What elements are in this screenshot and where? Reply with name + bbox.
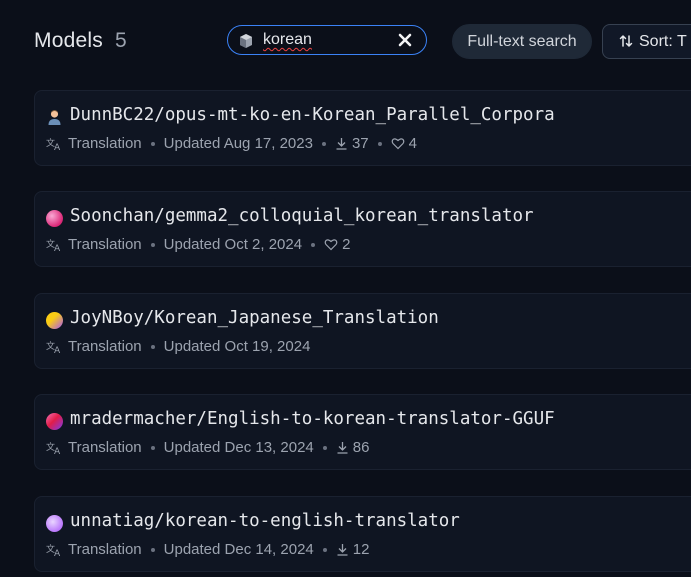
updated-date: Updated Dec 13, 2024 [163, 439, 314, 456]
translation-icon: 文A [46, 238, 62, 252]
download-count: 86 [352, 439, 370, 456]
separator-dot [322, 547, 327, 552]
avatar [46, 312, 63, 329]
separator-dot [311, 242, 316, 247]
avatar [46, 413, 63, 430]
full-text-search-button[interactable]: Full-text search [452, 24, 592, 59]
sort-icon [619, 35, 633, 47]
results-count: 5 [115, 29, 127, 52]
translation-icon: 文A [46, 137, 62, 151]
updated-date: Updated Oct 19, 2024 [163, 338, 311, 355]
translation-icon: 文A [46, 441, 62, 455]
separator-dot [150, 445, 155, 450]
cube-icon [240, 34, 252, 48]
heart-icon [391, 137, 405, 150]
svg-text:A: A [54, 346, 61, 354]
task-label: Translation [68, 135, 142, 152]
user-avatar-icon [48, 110, 61, 125]
model-name[interactable]: mradermacher/English-to-korean-translato… [70, 409, 555, 429]
model-name[interactable]: Soonchan/gemma2_colloquial_korean_transl… [70, 206, 534, 226]
close-icon[interactable] [398, 33, 412, 47]
avatar [46, 515, 63, 532]
svg-text:A: A [54, 447, 61, 455]
search-input[interactable]: korean [227, 25, 427, 55]
model-card[interactable]: mradermacher/English-to-korean-translato… [34, 394, 691, 470]
download-icon [335, 137, 348, 150]
model-meta: 文A Translation Updated Dec 14, 2024 12 [46, 541, 369, 558]
svg-text:A: A [54, 549, 61, 557]
model-name[interactable]: unnatiag/korean-to-english-translator [70, 511, 460, 531]
separator-dot [150, 547, 155, 552]
separator-dot [150, 141, 155, 146]
updated-date: Updated Dec 14, 2024 [163, 541, 314, 558]
separator-dot [150, 344, 155, 349]
model-meta: 文A Translation Updated Oct 19, 2024 [46, 338, 310, 355]
heart-icon [324, 238, 338, 251]
translation-icon: 文A [46, 543, 62, 557]
updated-date: Updated Oct 2, 2024 [163, 236, 303, 253]
model-card[interactable]: JoyNBoy/Korean_Japanese_Translation 文A T… [34, 293, 691, 369]
model-name[interactable]: DunnBC22/opus-mt-ko-en-Korean_Parallel_C… [70, 105, 555, 125]
separator-dot [322, 445, 327, 450]
model-meta: 文A Translation Updated Aug 17, 2023 37 4 [46, 135, 417, 152]
avatar [46, 210, 63, 227]
model-card[interactable]: unnatiag/korean-to-english-translator 文A… [34, 496, 691, 572]
models-header: Models 5 korean Full-text search Sort: T [0, 0, 691, 84]
download-count: 37 [351, 135, 369, 152]
svg-text:A: A [54, 143, 61, 151]
search-query[interactable]: korean [263, 31, 312, 49]
task-label: Translation [68, 338, 142, 355]
download-count: 12 [352, 541, 370, 558]
download-icon [336, 441, 349, 454]
svg-text:A: A [54, 244, 61, 252]
separator-dot [377, 141, 382, 146]
separator-dot [150, 242, 155, 247]
task-label: Translation [68, 439, 142, 456]
model-card[interactable]: DunnBC22/opus-mt-ko-en-Korean_Parallel_C… [34, 90, 691, 166]
page-title: Models [34, 29, 103, 52]
model-card[interactable]: Soonchan/gemma2_colloquial_korean_transl… [34, 191, 691, 267]
download-icon [336, 543, 349, 556]
separator-dot [321, 141, 326, 146]
model-name[interactable]: JoyNBoy/Korean_Japanese_Translation [70, 308, 439, 328]
updated-date: Updated Aug 17, 2023 [163, 135, 313, 152]
like-count: 4 [408, 135, 417, 152]
translation-icon: 文A [46, 340, 62, 354]
task-label: Translation [68, 236, 142, 253]
model-meta: 文A Translation Updated Dec 13, 2024 86 [46, 439, 369, 456]
sort-label: Sort: T [639, 33, 687, 50]
sort-button[interactable]: Sort: T [602, 24, 691, 59]
task-label: Translation [68, 541, 142, 558]
model-meta: 文A Translation Updated Oct 2, 2024 2 [46, 236, 350, 253]
like-count: 2 [342, 236, 351, 253]
